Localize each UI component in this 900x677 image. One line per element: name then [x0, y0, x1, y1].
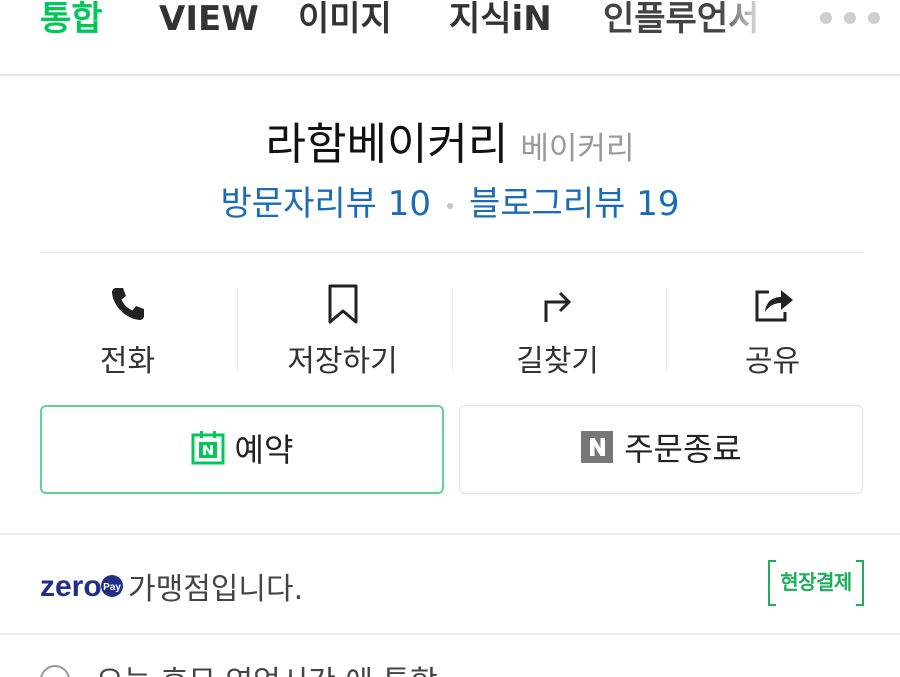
save-label: 저장하기: [287, 344, 398, 379]
tab-influencer[interactable]: 인플루언서: [603, 0, 759, 38]
divider: [0, 533, 900, 535]
call-label: 전화: [99, 344, 156, 379]
tab-images[interactable]: 이미지: [298, 0, 392, 38]
directions-label: 길찾기: [516, 344, 599, 379]
separator-dot: [447, 202, 453, 209]
action-bar: 전화 저장하기 길찾기 공유: [20, 280, 880, 379]
share-label: 공유: [744, 344, 801, 379]
reserve-label: 예약: [234, 431, 294, 469]
tab-view[interactable]: VIEW: [159, 0, 259, 38]
turn-arrow-icon: [544, 291, 571, 322]
clock-icon: [40, 665, 70, 677]
divider: [40, 252, 864, 253]
review-links: 방문자리뷰 10 블로그리뷰 19: [0, 176, 900, 225]
search-tabs: 통합 VIEW 이미지 지식iN 인플루언서: [0, 0, 900, 76]
place-header: 라함베이커리 베이커리: [0, 108, 900, 172]
share-button[interactable]: 공유: [665, 280, 880, 379]
bookmark-icon: [328, 284, 357, 324]
naver-reservation-icon: [191, 431, 225, 465]
directions-button[interactable]: 길찾기: [450, 280, 665, 379]
zeropay-logo-text: zero: [40, 570, 102, 602]
share-icon: [755, 290, 793, 322]
save-button[interactable]: 저장하기: [235, 280, 450, 379]
zeropay-member-text: 가맹점입니다.: [128, 572, 304, 607]
zeropay-logo: zero Pay: [40, 570, 123, 602]
place-category: 베이커리: [520, 131, 635, 167]
order-button[interactable]: 주문종료: [459, 405, 863, 494]
onsite-payment-badge: 현장결제: [768, 560, 864, 606]
order-label: 주문종료: [624, 430, 742, 468]
more-horizontal-icon[interactable]: [818, 12, 882, 26]
zeropay-logo-sub: Pay: [103, 582, 121, 593]
call-button[interactable]: 전화: [20, 280, 235, 379]
onsite-payment-label: 현장결제: [780, 570, 852, 594]
zeropay-row: zero Pay 가맹점입니다. 현장결제: [40, 560, 864, 610]
divider: [0, 633, 900, 635]
reserve-button[interactable]: 예약: [40, 405, 444, 494]
tab-integrated[interactable]: 통합: [40, 0, 103, 38]
business-hours-text: 오늘 휴무 영업시간 에 통합: [96, 665, 438, 677]
tab-knowledge-in[interactable]: 지식iN: [449, 0, 552, 38]
business-hours-row[interactable]: 오늘 휴무 영업시간 에 통합: [40, 665, 864, 677]
place-name[interactable]: 라함베이커리: [266, 119, 509, 170]
visitor-reviews-link[interactable]: 방문자리뷰 10: [221, 184, 431, 224]
blog-reviews-link[interactable]: 블로그리뷰 19: [469, 184, 679, 224]
naver-order-icon: [581, 431, 614, 463]
phone-icon: [111, 288, 144, 320]
